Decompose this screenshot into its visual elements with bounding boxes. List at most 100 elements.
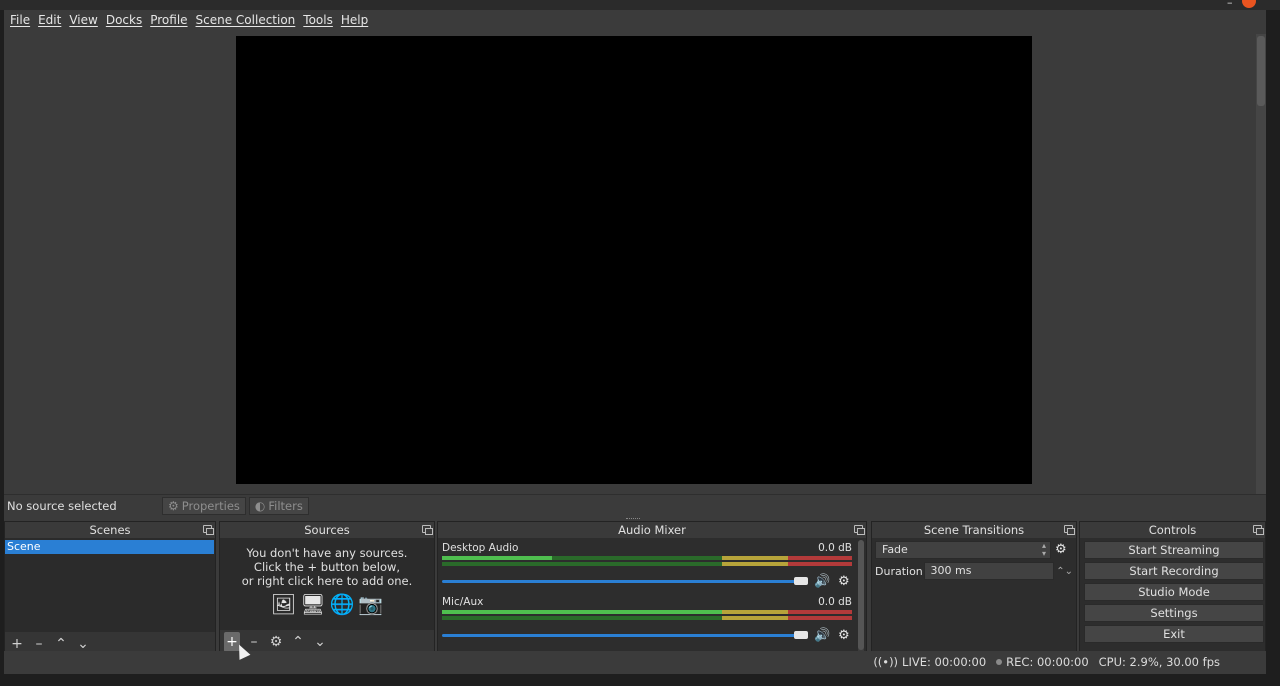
undock-icon[interactable] <box>422 525 433 535</box>
gear-icon[interactable]: ⚙ <box>1055 542 1067 557</box>
channel-level: 0.0 dB <box>818 542 852 554</box>
chevron-updown-icon: ▴ ▾ <box>1041 541 1046 558</box>
mixer-channels: Desktop Audio 0.0 dB 🔊 ⚙ Mic/Aux 0.0 dB <box>438 538 866 660</box>
display-icon: 🖥 <box>300 592 326 616</box>
volume-slider[interactable] <box>442 577 808 585</box>
selection-label: No source selected <box>7 498 117 513</box>
undock-icon[interactable] <box>203 525 214 535</box>
minimize-icon[interactable]: – <box>1227 0 1233 9</box>
sources-list[interactable]: You don't have any sources. Click the + … <box>220 538 434 630</box>
globe-icon: 🌐 <box>329 592 355 616</box>
obs-main-window: File Edit View Docks Profile Scene Colle… <box>4 10 1266 674</box>
speaker-icon[interactable]: 🔊 <box>814 628 830 643</box>
preview-area <box>4 32 1266 498</box>
source-type-icons: 🖼 🖥 🌐 📷 <box>220 592 434 616</box>
record-dot-icon <box>996 659 1003 665</box>
mixer-scrollbar[interactable] <box>858 540 864 656</box>
context-bar: No source selected ⚙ Properties ◐ Filter… <box>4 494 1266 516</box>
audio-mixer-title: Audio Mixer <box>618 523 686 537</box>
sources-dock-title: Sources <box>220 522 434 538</box>
transition-selected: Fade <box>882 543 908 556</box>
duration-label: Duration <box>875 564 923 578</box>
sources-dock: Sources You don't have any sources. Clic… <box>219 521 435 661</box>
slider-handle[interactable] <box>794 631 808 639</box>
move-down-icon[interactable]: ⌄ <box>312 632 328 652</box>
undock-icon[interactable] <box>854 525 865 535</box>
camera-icon: 📷 <box>358 592 384 616</box>
live-status: ((•)) LIVE: 00:00:00 <box>873 655 986 669</box>
live-timer: LIVE: 00:00:00 <box>902 655 987 669</box>
duration-row: Duration 300 ms ⌃⌄ <box>875 562 1073 580</box>
controls-title: Controls <box>1148 523 1197 537</box>
transition-select[interactable]: Fade ▴ ▾ <box>875 541 1051 559</box>
gear-icon: ⚙ <box>168 498 179 513</box>
start-recording-button[interactable]: Start Recording <box>1084 562 1264 580</box>
sources-empty-line3: or right click here to add one. <box>241 574 413 588</box>
volume-meter <box>442 562 852 566</box>
menu-docks[interactable]: Docks <box>102 13 146 27</box>
gear-icon[interactable]: ⚙ <box>838 574 850 589</box>
properties-label: Properties <box>181 498 240 513</box>
audio-mixer-dock: Audio Mixer Desktop Audio 0.0 dB 🔊 ⚙ Mic… <box>437 521 867 661</box>
cpu-status: CPU: 2.9%, 30.00 fps <box>1098 655 1220 669</box>
scene-list-item[interactable]: Scene <box>5 540 214 554</box>
filters-label: Filters <box>268 498 303 513</box>
channel-name: Mic/Aux <box>442 596 484 608</box>
sources-title: Sources <box>304 523 350 537</box>
properties-button[interactable]: ⚙ Properties <box>162 496 246 515</box>
undock-icon[interactable] <box>1253 525 1264 535</box>
volume-slider[interactable] <box>442 631 808 639</box>
menu-bar: File Edit View Docks Profile Scene Colle… <box>4 10 1266 30</box>
scene-list: Scene <box>5 538 215 632</box>
scrollbar-thumb[interactable] <box>1257 36 1265 106</box>
volume-meter <box>442 610 852 614</box>
image-icon: 🖼 <box>270 592 297 616</box>
undock-icon[interactable] <box>1064 525 1075 535</box>
gear-icon[interactable]: ⚙ <box>838 628 850 643</box>
volume-meter <box>442 556 852 560</box>
menu-edit[interactable]: Edit <box>34 13 65 27</box>
scene-transitions-title: Scene Transitions <box>923 523 1025 537</box>
mixer-channel-mic: Mic/Aux 0.0 dB 🔊 ⚙ <box>442 596 854 646</box>
status-bar: ((•)) LIVE: 00:00:00 REC: 00:00:00 CPU: … <box>4 651 1266 673</box>
controls-dock-title: Controls <box>1080 522 1265 538</box>
rec-timer: REC: 00:00:00 <box>1006 655 1089 669</box>
audio-mixer-dock-title: Audio Mixer <box>438 522 866 538</box>
menu-tools[interactable]: Tools <box>299 13 337 27</box>
broadcast-icon: ((•)) <box>873 655 899 669</box>
scene-transitions-dock-title: Scene Transitions <box>872 522 1076 538</box>
controls-dock: Controls Start Streaming Start Recording… <box>1079 521 1266 661</box>
menu-profile[interactable]: Profile <box>146 13 191 27</box>
spinner-icon[interactable]: ⌃⌄ <box>1056 566 1073 577</box>
remove-source-icon[interactable]: – <box>246 632 262 652</box>
menu-help[interactable]: Help <box>337 13 372 27</box>
menu-scene-collection[interactable]: Scene Collection <box>192 13 300 27</box>
sources-empty-line1: You don't have any sources. <box>246 546 408 560</box>
preview-scrollbar[interactable] <box>1256 34 1266 494</box>
start-streaming-button[interactable]: Start Streaming <box>1084 541 1264 559</box>
volume-meter <box>442 616 852 620</box>
window-titlebar: – – <box>0 0 1280 10</box>
rec-status: REC: 00:00:00 <box>996 655 1089 669</box>
scenes-dock: Scenes Scene + – ⌃ ⌄ <box>4 521 216 661</box>
slider-handle[interactable] <box>794 577 808 585</box>
channel-name: Desktop Audio <box>442 542 519 554</box>
preview-canvas[interactable] <box>236 36 1032 484</box>
duration-input[interactable]: 300 ms <box>924 562 1055 580</box>
scenes-dock-title: Scenes <box>5 522 215 538</box>
source-properties-icon[interactable]: ⚙ <box>268 632 284 652</box>
move-up-icon[interactable]: ⌃ <box>290 632 306 652</box>
menu-view[interactable]: View <box>65 13 101 27</box>
filter-icon: ◐ <box>254 498 266 513</box>
scene-transitions-dock: Scene Transitions Fade ▴ ▾ ⚙ Duration 300… <box>871 521 1077 661</box>
controls-panel: Start Streaming Start Recording Studio M… <box>1080 538 1265 660</box>
mixer-channel-desktop: Desktop Audio 0.0 dB 🔊 ⚙ <box>442 542 854 592</box>
filters-button[interactable]: ◐ Filters <box>248 496 309 515</box>
studio-mode-button[interactable]: Studio Mode <box>1084 583 1264 601</box>
transitions-panel: Fade ▴ ▾ ⚙ Duration 300 ms ⌃⌄ <box>872 538 1076 660</box>
speaker-icon[interactable]: 🔊 <box>814 574 830 589</box>
menu-file[interactable]: File <box>6 13 34 27</box>
channel-level: 0.0 dB <box>818 596 852 608</box>
exit-button[interactable]: Exit <box>1084 625 1264 643</box>
settings-button[interactable]: Settings <box>1084 604 1264 622</box>
